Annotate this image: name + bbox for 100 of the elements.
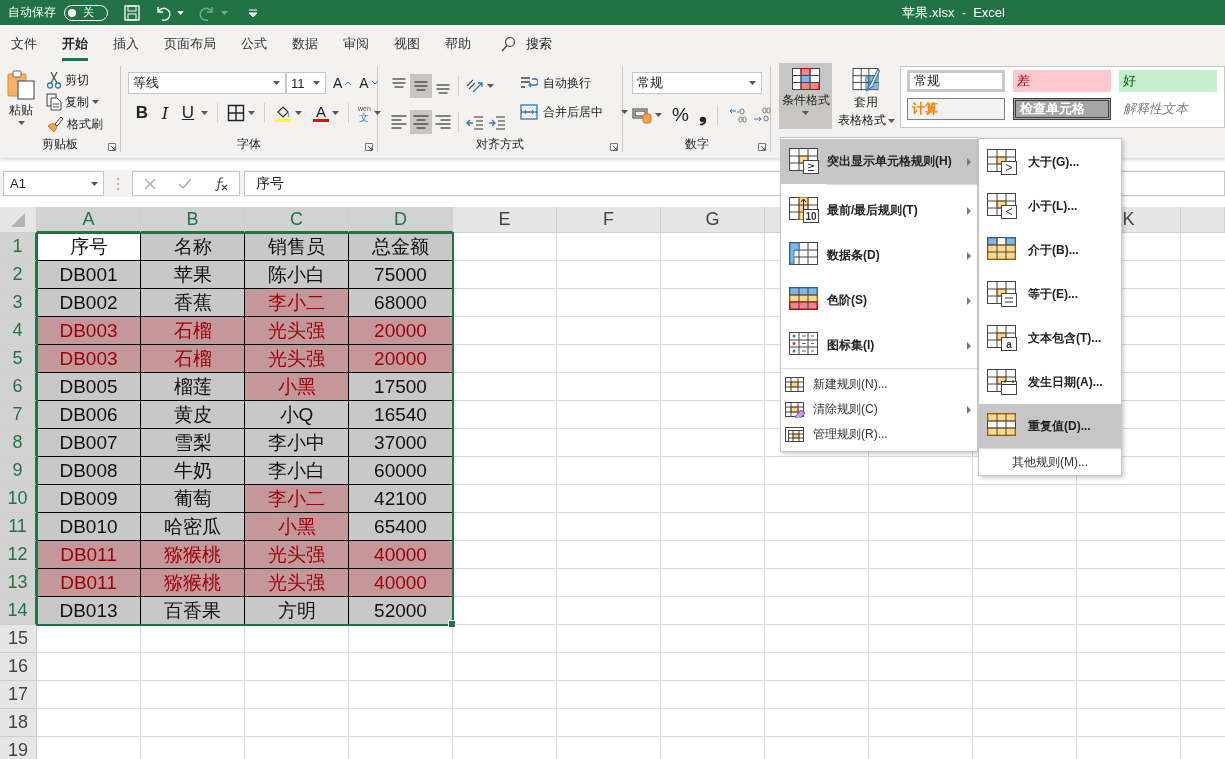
cell-style[interactable]: 解释性文本 — [1119, 98, 1217, 120]
caret-icon[interactable] — [91, 181, 98, 186]
undo-icon[interactable] — [155, 4, 171, 21]
font-color-button[interactable]: A — [313, 104, 339, 122]
dialog-launcher-icon[interactable] — [610, 143, 618, 151]
row-header[interactable]: 17 — [0, 681, 37, 709]
accounting-format-button[interactable] — [632, 105, 662, 124]
row-header[interactable]: 14 — [0, 597, 37, 625]
conditional-formatting-button[interactable]: 条件格式 — [779, 63, 832, 129]
grow-font-button[interactable]: A — [333, 75, 352, 91]
caret-icon[interactable] — [887, 118, 895, 123]
decrease-decimal-icon[interactable] — [751, 105, 772, 124]
ribbon-tab[interactable]: 帮助 — [445, 29, 471, 61]
merge-center-button[interactable]: 合并后居中 — [520, 103, 628, 121]
menu-item[interactable]: 图标集(I) — [781, 323, 977, 368]
caret-icon[interactable] — [17, 121, 25, 125]
italic-button[interactable]: I — [155, 103, 175, 123]
column-header[interactable]: D — [349, 207, 453, 233]
name-box[interactable]: A1 — [3, 171, 104, 196]
row-header[interactable]: 11 — [0, 513, 37, 541]
ribbon-tab[interactable]: 视图 — [394, 29, 420, 61]
dialog-launcher-icon[interactable] — [365, 143, 373, 151]
column-header[interactable]: G — [661, 207, 765, 233]
caret-icon[interactable] — [92, 100, 99, 104]
ribbon-tab[interactable]: 数据 — [292, 29, 318, 61]
shrink-font-button[interactable]: A — [359, 75, 378, 91]
fill-color-button[interactable] — [274, 104, 302, 122]
row-header[interactable]: 9 — [0, 457, 37, 485]
column-header[interactable]: F — [557, 207, 661, 233]
format-painter-button[interactable]: 格式刷 — [46, 115, 103, 133]
column-header[interactable]: A — [37, 207, 141, 233]
row-header[interactable]: 8 — [0, 429, 37, 457]
caret-icon[interactable] — [313, 81, 320, 85]
menu-item[interactable]: 等于(E)... — [979, 272, 1121, 316]
row-header[interactable]: 6 — [0, 373, 37, 401]
cut-button[interactable]: 剪切 — [46, 71, 103, 89]
caret-icon[interactable] — [749, 81, 756, 85]
row-header[interactable]: 13 — [0, 569, 37, 597]
caret-icon[interactable] — [332, 111, 339, 115]
menu-item[interactable]: 清除规则(C) — [781, 397, 977, 422]
row-header[interactable]: 3 — [0, 289, 37, 317]
cell-style[interactable]: 常规 — [907, 70, 1005, 92]
caret-icon[interactable] — [248, 111, 255, 115]
ribbon-tab[interactable]: 插入 — [113, 29, 139, 61]
underline-button[interactable]: U — [178, 103, 198, 123]
row-header[interactable]: 18 — [0, 709, 37, 737]
format-as-table-button[interactable]: 套用 表格格式 — [836, 63, 896, 129]
caret-icon[interactable] — [201, 111, 208, 115]
save-icon[interactable] — [124, 4, 140, 21]
dialog-launcher-icon[interactable] — [108, 143, 116, 151]
paste-button[interactable]: 粘贴 — [4, 70, 38, 136]
menu-item[interactable]: a 文本包含(T)... — [979, 316, 1121, 360]
caret-icon[interactable] — [273, 81, 280, 85]
bold-button[interactable]: B — [132, 103, 152, 123]
menu-item[interactable]: 重复值(D)... — [979, 404, 1121, 448]
row-header[interactable]: 7 — [0, 401, 37, 429]
row-header[interactable]: 19 — [0, 737, 37, 759]
row-header[interactable]: 10 — [0, 485, 37, 513]
dialog-launcher-icon[interactable] — [758, 143, 766, 151]
row-header[interactable]: 12 — [0, 541, 37, 569]
ribbon-tab[interactable]: 文件 — [11, 29, 37, 61]
menu-item[interactable]: 突出显示单元格规则(H) — [781, 139, 977, 184]
row-header[interactable]: 5 — [0, 345, 37, 373]
ribbon-tab[interactable]: 审阅 — [343, 29, 369, 61]
caret-icon[interactable] — [487, 84, 494, 89]
caret-icon[interactable] — [177, 10, 184, 15]
caret-icon[interactable] — [373, 111, 381, 115]
cell-style[interactable]: 差 — [1013, 70, 1111, 92]
number-format-field[interactable]: 常规 — [632, 72, 762, 94]
comma-button[interactable]: ❟ — [698, 103, 707, 126]
menu-item[interactable]: 发生日期(A)... — [979, 360, 1121, 404]
ribbon-tab[interactable]: 公式 — [241, 29, 267, 61]
caret-icon[interactable] — [295, 111, 302, 115]
caret-icon[interactable] — [655, 112, 662, 117]
menu-item[interactable]: 数据条(D) — [781, 233, 977, 278]
caret-icon[interactable] — [802, 111, 809, 115]
insert-function-button[interactable] — [214, 176, 228, 191]
drag-handle-icon[interactable] — [116, 176, 120, 191]
column-header[interactable]: C — [245, 207, 349, 233]
wrap-text-button[interactable]: 自动换行 — [520, 74, 628, 92]
row-header[interactable]: 4 — [0, 317, 37, 345]
menu-item[interactable]: 新建规则(N)... — [781, 372, 977, 397]
align-button[interactable] — [410, 109, 432, 134]
column-header[interactable]: B — [141, 207, 245, 233]
menu-item[interactable]: 色阶(S) — [781, 278, 977, 323]
copy-button[interactable]: 复制 — [46, 93, 103, 111]
borders-button[interactable] — [227, 104, 255, 122]
align-button[interactable] — [410, 74, 432, 99]
row-header[interactable]: 16 — [0, 653, 37, 681]
increase-decimal-icon[interactable] — [727, 105, 748, 124]
caret-icon[interactable] — [621, 110, 628, 114]
font-size-field[interactable]: 11 — [286, 72, 326, 94]
row-header[interactable]: 2 — [0, 261, 37, 289]
menu-item[interactable]: 管理规则(R)... — [781, 422, 977, 447]
row-header[interactable]: 1 — [0, 233, 37, 261]
cell-style[interactable]: 好 — [1119, 70, 1217, 92]
font-name-field[interactable]: 等线 — [128, 72, 286, 94]
percent-button[interactable]: % — [672, 103, 689, 126]
row-header[interactable]: 15 — [0, 625, 37, 653]
column-header[interactable]: E — [453, 207, 557, 233]
